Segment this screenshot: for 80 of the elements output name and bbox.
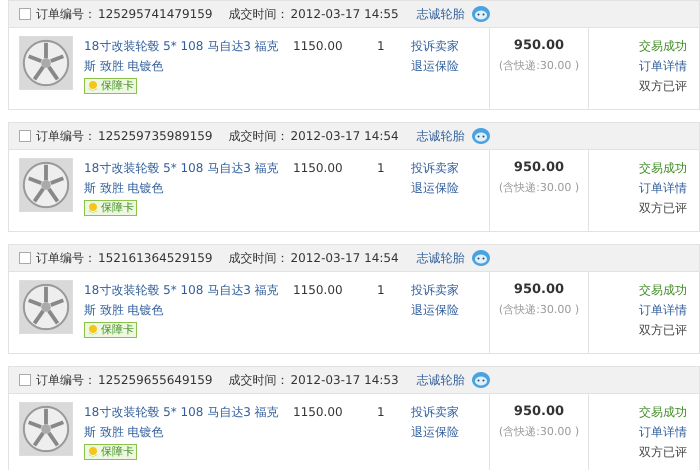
select-checkbox[interactable]	[19, 8, 31, 20]
select-checkbox[interactable]	[19, 252, 31, 264]
order-action-link[interactable]: 投诉卖家	[411, 402, 459, 422]
shipping-fee: (含快递:30.00 )	[498, 424, 580, 440]
order-details-link[interactable]: 订单详情	[639, 300, 687, 320]
order-number: 125259735989159	[98, 128, 213, 145]
flower-icon	[87, 202, 99, 214]
deal-time-label: 成交时间：	[228, 372, 289, 389]
order-action-link[interactable]: 投诉卖家	[411, 36, 459, 56]
order-action-link[interactable]: 退运保险	[411, 300, 459, 320]
deal-time: 2012-03-17 14:54	[290, 128, 399, 145]
order-details-link[interactable]: 订单详情	[639, 178, 687, 198]
guarantee-card-badge[interactable]: 保障卡	[84, 78, 137, 94]
shipping-fee: (含快递:30.00 )	[498, 58, 580, 74]
wheel-photo	[19, 36, 73, 90]
unit-price: 1150.00	[293, 160, 344, 177]
order-number-label: 订单编号：	[36, 6, 96, 23]
unit-price: 1150.00	[293, 282, 344, 299]
wheel-photo	[19, 158, 73, 212]
product-title-link[interactable]: 18寸改装轮毂 5* 108 马自达3 福克斯 致胜 电镀色	[84, 158, 279, 198]
quantity: 1	[377, 282, 386, 299]
total-amount: 950.00	[514, 159, 564, 177]
order-number-label: 订单编号：	[36, 372, 96, 389]
wheel-photo	[19, 402, 73, 456]
order-action-link[interactable]: 投诉卖家	[411, 280, 459, 300]
order-status: 交易成功	[639, 160, 687, 177]
shipping-fee: (含快递:30.00 )	[498, 180, 580, 196]
total-amount: 950.00	[514, 37, 564, 55]
quantity: 1	[377, 160, 386, 177]
unit-price: 1150.00	[293, 38, 344, 55]
quantity: 1	[377, 38, 386, 55]
total-amount: 950.00	[514, 403, 564, 421]
order-status: 交易成功	[639, 38, 687, 55]
quantity: 1	[377, 404, 386, 421]
deal-time-label: 成交时间：	[228, 250, 289, 267]
chat-icon[interactable]	[470, 249, 491, 267]
order-status: 交易成功	[639, 282, 687, 299]
guarantee-card-badge[interactable]: 保障卡	[84, 322, 137, 338]
chat-icon[interactable]	[470, 127, 491, 145]
flower-icon	[87, 80, 99, 92]
guarantee-card-badge[interactable]: 保障卡	[84, 444, 137, 460]
chat-icon[interactable]	[470, 5, 491, 23]
seller-link[interactable]: 志诚轮胎	[416, 371, 465, 389]
seller-link[interactable]: 志诚轮胎	[416, 249, 465, 267]
unit-price: 1150.00	[293, 404, 344, 421]
deal-time-label: 成交时间：	[228, 128, 289, 145]
deal-time: 2012-03-17 14:53	[290, 372, 399, 389]
order-number: 125295741479159	[98, 6, 213, 23]
seller-link[interactable]: 志诚轮胎	[416, 127, 465, 145]
order-status: 双方已评	[639, 444, 687, 461]
product-title-link[interactable]: 18寸改装轮毂 5* 108 马自达3 福克斯 致胜 电镀色	[84, 280, 279, 320]
order-action-link[interactable]: 退运保险	[411, 422, 459, 442]
wheel-photo	[19, 280, 73, 334]
select-checkbox[interactable]	[19, 130, 31, 142]
deal-time: 2012-03-17 14:54	[290, 250, 399, 267]
guarantee-card-badge[interactable]: 保障卡	[84, 200, 137, 216]
order-status: 交易成功	[639, 404, 687, 421]
flower-icon	[87, 446, 99, 458]
select-checkbox[interactable]	[19, 374, 31, 386]
order-status: 双方已评	[639, 200, 687, 217]
order-details-link[interactable]: 订单详情	[639, 56, 687, 76]
deal-time-label: 成交时间：	[228, 6, 289, 23]
order-number: 125259655649159	[98, 372, 213, 389]
order-details-link[interactable]: 订单详情	[639, 422, 687, 442]
flower-icon	[87, 324, 99, 336]
order-status: 双方已评	[639, 78, 687, 95]
order-action-link[interactable]: 退运保险	[411, 56, 459, 76]
order-action-link[interactable]: 投诉卖家	[411, 158, 459, 178]
product-title-link[interactable]: 18寸改装轮毂 5* 108 马自达3 福克斯 致胜 电镀色	[84, 402, 279, 442]
order-number: 152161364529159	[98, 250, 213, 267]
seller-link[interactable]: 志诚轮胎	[416, 5, 465, 23]
order-action-link[interactable]: 退运保险	[411, 178, 459, 198]
chat-icon[interactable]	[470, 371, 491, 389]
total-amount: 950.00	[514, 281, 564, 299]
order-number-label: 订单编号：	[36, 128, 96, 145]
shipping-fee: (含快递:30.00 )	[498, 302, 580, 318]
order-status: 双方已评	[639, 322, 687, 339]
product-title-link[interactable]: 18寸改装轮毂 5* 108 马自达3 福克斯 致胜 电镀色	[84, 36, 279, 76]
deal-time: 2012-03-17 14:55	[290, 6, 399, 23]
order-number-label: 订单编号：	[36, 250, 96, 267]
